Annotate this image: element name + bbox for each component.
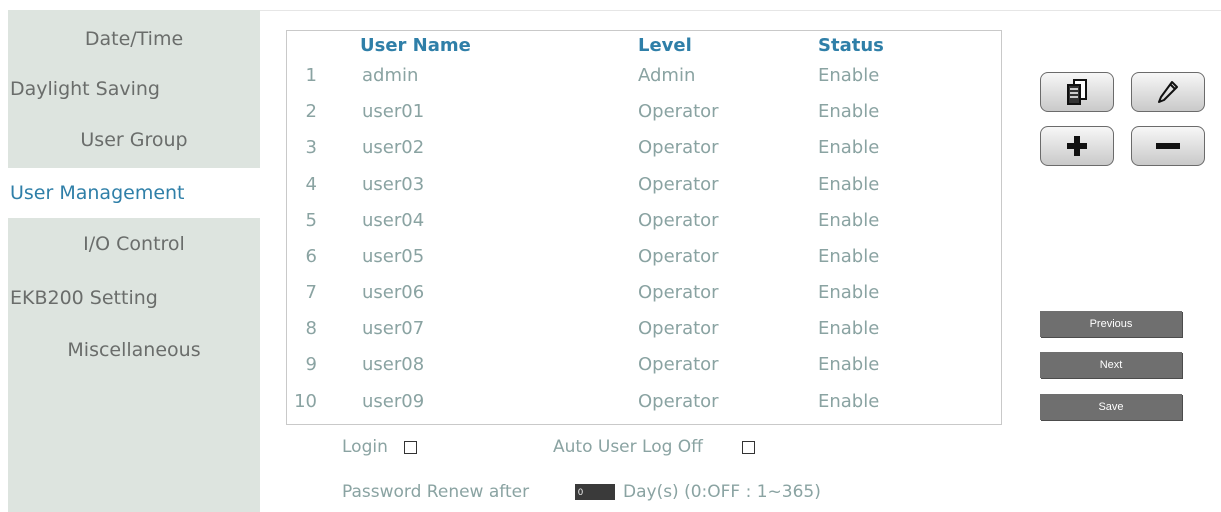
row-status: Enable xyxy=(818,246,880,267)
table-row[interactable]: 9 user08 Operator Enable xyxy=(287,354,1001,390)
auto-logoff-checkbox[interactable] xyxy=(742,441,755,454)
sidebar: Date/Time Daylight Saving User Group Use… xyxy=(8,10,260,512)
row-number: 5 xyxy=(305,210,317,231)
next-button[interactable]: Next xyxy=(1040,352,1182,378)
login-checkbox[interactable] xyxy=(404,441,417,454)
row-status: Enable xyxy=(818,210,880,231)
password-renew-hint: Day(s) (0:OFF : 1~365) xyxy=(623,482,821,502)
row-number: 9 xyxy=(305,354,317,375)
row-number: 3 xyxy=(305,137,317,158)
add-user-button[interactable] xyxy=(1040,126,1114,166)
save-button[interactable]: Save xyxy=(1040,394,1182,420)
row-level: Operator xyxy=(638,282,719,303)
row-user-name: user03 xyxy=(362,174,425,195)
row-user-name: user01 xyxy=(362,101,425,122)
sidebar-item-ekb200-setting[interactable]: EKB200 Setting xyxy=(8,273,260,323)
row-user-name: user07 xyxy=(362,318,425,339)
user-table: User Name Level Status 1 admin Admin Ena… xyxy=(286,30,1002,425)
sidebar-item-io-control[interactable]: I/O Control xyxy=(8,219,260,269)
table-row[interactable]: 4 user03 Operator Enable xyxy=(287,174,1001,210)
row-level: Operator xyxy=(638,174,719,195)
minus-icon xyxy=(1155,141,1181,151)
row-level: Operator xyxy=(638,318,719,339)
row-number: 6 xyxy=(305,246,317,267)
row-status: Enable xyxy=(818,137,880,158)
previous-button[interactable]: Previous xyxy=(1040,311,1182,337)
row-level: Operator xyxy=(638,391,719,412)
row-number: 4 xyxy=(305,174,317,195)
row-user-name: user05 xyxy=(362,246,425,267)
table-row[interactable]: 10 user09 Operator Enable xyxy=(287,391,1001,427)
row-user-name: user06 xyxy=(362,282,425,303)
row-level: Operator xyxy=(638,137,719,158)
sidebar-item-user-group[interactable]: User Group xyxy=(8,115,260,165)
row-number: 8 xyxy=(305,318,317,339)
row-status: Enable xyxy=(818,101,880,122)
sidebar-item-user-management[interactable]: User Management xyxy=(8,168,260,218)
pencil-icon xyxy=(1157,80,1179,104)
password-renew-label: Password Renew after xyxy=(342,482,530,502)
sidebar-item-date-time[interactable]: Date/Time xyxy=(8,14,260,64)
table-row[interactable]: 7 user06 Operator Enable xyxy=(287,282,1001,318)
auto-logoff-label: Auto User Log Off xyxy=(553,437,703,457)
top-divider xyxy=(260,10,1221,11)
table-row[interactable]: 6 user05 Operator Enable xyxy=(287,246,1001,282)
sidebar-item-miscellaneous[interactable]: Miscellaneous xyxy=(8,325,260,375)
row-level: Operator xyxy=(638,210,719,231)
row-level: Admin xyxy=(638,65,696,86)
remove-user-button[interactable] xyxy=(1131,126,1205,166)
row-user-name: admin xyxy=(362,65,419,86)
row-level: Operator xyxy=(638,354,719,375)
row-user-name: user08 xyxy=(362,354,425,375)
row-number: 1 xyxy=(305,65,317,86)
table-row[interactable]: 8 user07 Operator Enable xyxy=(287,318,1001,354)
login-label: Login xyxy=(342,437,388,457)
row-status: Enable xyxy=(818,391,880,412)
table-row[interactable]: 2 user01 Operator Enable xyxy=(287,101,1001,137)
row-user-name: user04 xyxy=(362,210,425,231)
row-status: Enable xyxy=(818,318,880,339)
row-status: Enable xyxy=(818,174,880,195)
row-number: 2 xyxy=(305,101,317,122)
column-header-level: Level xyxy=(638,35,692,56)
copy-document-icon xyxy=(1066,79,1088,105)
row-number: 7 xyxy=(305,282,317,303)
table-row[interactable]: 3 user02 Operator Enable xyxy=(287,137,1001,173)
row-user-name: user02 xyxy=(362,137,425,158)
row-level: Operator xyxy=(638,246,719,267)
row-level: Operator xyxy=(638,101,719,122)
row-status: Enable xyxy=(818,354,880,375)
column-header-status: Status xyxy=(818,35,884,56)
plus-icon xyxy=(1065,134,1089,158)
password-renew-days-input[interactable]: 0 xyxy=(575,484,615,500)
edit-user-button[interactable] xyxy=(1131,72,1205,112)
row-number: 10 xyxy=(294,391,317,412)
column-header-user-name: User Name xyxy=(360,35,471,56)
copy-user-button[interactable] xyxy=(1040,72,1114,112)
row-user-name: user09 xyxy=(362,391,425,412)
table-row[interactable]: 1 admin Admin Enable xyxy=(287,65,1001,101)
row-status: Enable xyxy=(818,282,880,303)
table-row[interactable]: 5 user04 Operator Enable xyxy=(287,210,1001,246)
sidebar-item-daylight-saving[interactable]: Daylight Saving xyxy=(8,64,260,114)
row-status: Enable xyxy=(818,65,880,86)
